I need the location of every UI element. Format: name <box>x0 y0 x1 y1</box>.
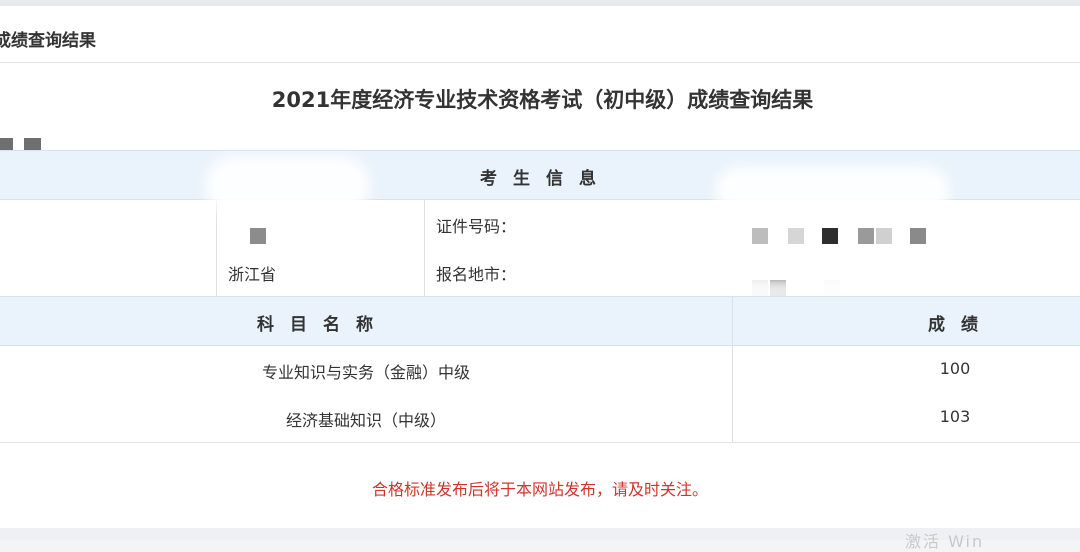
subject-name: 专业知识与实务（金融）中级 <box>261 363 470 382</box>
divider <box>0 62 1080 63</box>
candidate-info-title: 考生信息 <box>480 169 612 189</box>
table-row: 经济基础知识（中级） 103 <box>0 394 1080 443</box>
subject-column-header: 科目名称 <box>257 315 389 335</box>
mask-block <box>752 228 768 244</box>
score-column-header: 成绩 <box>928 315 994 335</box>
activation-watermark: 激活 Win <box>905 532 985 551</box>
province-value: 浙江省 <box>228 265 277 284</box>
subjects-header: 科目名称 成绩 <box>0 296 1080 346</box>
subject-score: 103 <box>939 407 971 426</box>
notice-text: 合格标准发布后将于本网站发布，请及时关注。 <box>371 480 708 499</box>
cell-divider <box>732 297 733 345</box>
privacy-blur <box>715 166 950 216</box>
id-label: 证件号码： <box>436 217 517 236</box>
cell-divider <box>424 200 425 248</box>
mask-block <box>858 228 874 244</box>
mask-block <box>910 228 926 244</box>
page-title: 2021年度经济专业技术资格考试（初中级）成绩查询结果 <box>271 88 814 112</box>
privacy-blur <box>205 156 370 216</box>
cell-divider <box>216 248 217 296</box>
city-label: 报名地市： <box>436 265 517 284</box>
breadcrumb: 成绩查询结果 <box>0 31 96 51</box>
table-row: 专业知识与实务（金融）中级 100 <box>0 346 1080 395</box>
mask-block <box>788 228 804 244</box>
mask-block <box>250 228 266 244</box>
mask-block <box>822 228 838 244</box>
results-panel: 成绩查询结果 2021年度经济专业技术资格考试（初中级）成绩查询结果 考生信息 … <box>0 6 1080 528</box>
cell-divider <box>424 248 425 296</box>
mask-block <box>876 228 892 244</box>
subject-score: 100 <box>939 359 971 378</box>
subject-name: 经济基础知识（中级） <box>285 411 446 430</box>
